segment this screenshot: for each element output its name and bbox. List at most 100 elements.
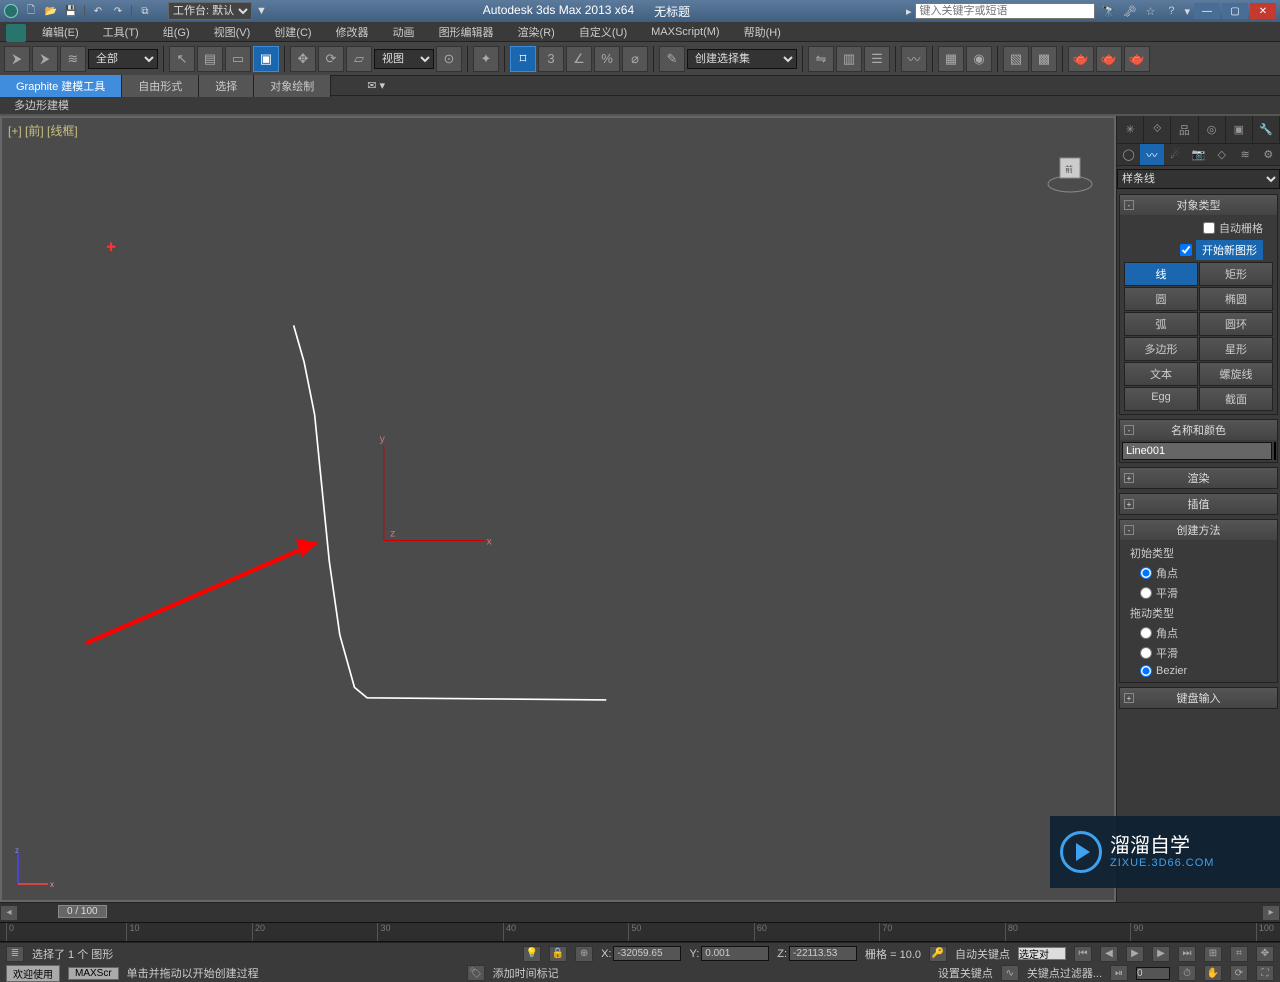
open-file-button[interactable]: 📂 (42, 3, 60, 19)
select-link-icon[interactable]: ⮞ (4, 46, 30, 72)
spacewarps-icon[interactable]: ≋ (1233, 144, 1256, 165)
object-name-input[interactable] (1122, 442, 1272, 460)
workspace-select[interactable]: 工作台: 默认 (168, 2, 252, 20)
menu-customize[interactable]: 自定义(U) (567, 22, 639, 42)
utilities-panel-icon[interactable]: 🔧 (1253, 116, 1280, 143)
hierarchy-panel-icon[interactable]: 品 (1171, 116, 1198, 143)
time-slider-handle[interactable]: 0 / 100 (58, 905, 107, 918)
menu-animation[interactable]: 动画 (381, 22, 427, 42)
obj-text-button[interactable]: 文本 (1124, 362, 1198, 386)
edit-named-sel-icon[interactable]: ✎ (659, 46, 685, 72)
rollout-toggle-icon[interactable]: - (1124, 200, 1134, 210)
time-config-icon[interactable]: ⏱ (1178, 965, 1196, 981)
ref-coord-select[interactable]: 视图 (374, 49, 434, 69)
absolute-transform-icon[interactable]: ⊕ (575, 946, 593, 962)
viewcube-icon[interactable]: 前 (1046, 148, 1094, 196)
current-frame-input[interactable] (1136, 967, 1170, 980)
render-teapot2-icon[interactable]: 🫖 (1096, 46, 1122, 72)
menu-edit[interactable]: 编辑(E) (30, 22, 91, 42)
isolate-icon[interactable]: 💡 (523, 946, 541, 962)
prev-frame-icon[interactable]: ◀ (1100, 946, 1118, 962)
drag-bezier-radio[interactable] (1140, 665, 1152, 677)
search-input[interactable] (915, 3, 1095, 19)
play-icon[interactable]: ▶ (1126, 946, 1144, 962)
initial-corner-radio[interactable] (1140, 567, 1152, 579)
move-icon[interactable]: ✥ (290, 46, 316, 72)
menu-help[interactable]: 帮助(H) (732, 22, 793, 42)
app-logo-icon[interactable] (6, 24, 26, 42)
auto-grid-checkbox[interactable] (1203, 222, 1215, 234)
display-panel-icon[interactable]: ▣ (1226, 116, 1253, 143)
create-panel-icon[interactable]: ✳ (1117, 116, 1144, 143)
menu-group[interactable]: 组(G) (151, 22, 202, 42)
obj-donut-button[interactable]: 圆环 (1199, 312, 1273, 336)
lock-selection-icon[interactable]: 🔒 (549, 946, 567, 962)
goto-end-icon[interactable]: ⏭ (1178, 946, 1196, 962)
rollout-toggle-icon[interactable]: + (1124, 499, 1134, 509)
binoculars-icon[interactable]: 🔭 (1099, 3, 1117, 19)
render-teapot3-icon[interactable]: 🫖 (1124, 46, 1150, 72)
render-teapot1-icon[interactable]: 🫖 (1068, 46, 1094, 72)
select-by-name-icon[interactable]: ▤ (197, 46, 223, 72)
layer-icon[interactable]: ☰ (864, 46, 890, 72)
align-icon[interactable]: ▥ (836, 46, 862, 72)
angle-snap-icon[interactable]: ∠ (566, 46, 592, 72)
select-object-icon[interactable]: ↖ (169, 46, 195, 72)
use-pivot-icon[interactable]: ⊙ (436, 46, 462, 72)
window-crossing-icon[interactable]: ▣ (253, 46, 279, 72)
start-new-checkbox[interactable] (1180, 244, 1192, 256)
obj-line-button[interactable]: 线 (1124, 262, 1198, 286)
obj-helix-button[interactable]: 螺旋线 (1199, 362, 1273, 386)
goto-start-icon[interactable]: ⏮ (1074, 946, 1092, 962)
key-icon[interactable]: 🗝 (1120, 3, 1138, 19)
systems-icon[interactable]: ⚙ (1257, 144, 1280, 165)
menu-create[interactable]: 创建(C) (262, 22, 323, 42)
nav-orbit-icon[interactable]: ⟳ (1230, 965, 1248, 981)
menu-maxscript[interactable]: MAXScript(M) (639, 24, 731, 40)
title-dropdown2-icon[interactable]: ▾ (1184, 5, 1190, 18)
window-maximize-button[interactable]: ▢ (1222, 3, 1248, 19)
tab-object-paint[interactable]: 对象绘制 (254, 75, 331, 97)
key-filters-icon[interactable]: ∿ (1001, 965, 1019, 981)
new-file-button[interactable]: 🗋 (22, 3, 40, 19)
star-icon[interactable]: ☆ (1141, 3, 1159, 19)
nav-icon3[interactable]: ✥ (1256, 946, 1274, 962)
select-manipulate-icon[interactable]: ✦ (473, 46, 499, 72)
shapes-icon[interactable]: 〰 (1140, 144, 1163, 165)
rollout-toggle-icon[interactable]: - (1124, 525, 1134, 535)
welcome-tag[interactable]: 欢迎使用 (6, 965, 60, 982)
key-filter-button[interactable]: 关键点过滤器... (1027, 965, 1102, 981)
obj-star-button[interactable]: 星形 (1199, 337, 1273, 361)
initial-smooth-radio[interactable] (1140, 587, 1152, 599)
maxscript-tag[interactable]: MAXScr (68, 967, 119, 980)
percent-snap-icon[interactable]: % (594, 46, 620, 72)
tab-freeform[interactable]: 自由形式 (122, 75, 199, 97)
add-time-tag-label[interactable]: 添加时间标记 (493, 965, 559, 981)
helpers-icon[interactable]: ◇ (1210, 144, 1233, 165)
cameras-icon[interactable]: 📷 (1187, 144, 1210, 165)
script-listener-icon[interactable]: ≣ (6, 946, 24, 962)
tab-graphite[interactable]: Graphite 建模工具 (0, 75, 122, 97)
polygon-modeling-panel[interactable]: 多边形建模 (6, 95, 77, 115)
curve-editor-icon[interactable]: 〰 (901, 46, 927, 72)
nav-maximize-icon[interactable]: ⛶ (1256, 965, 1274, 981)
rollout-toggle-icon[interactable]: - (1124, 425, 1134, 435)
time-slider[interactable]: ◂ 0 / 100 ▸ (0, 902, 1280, 922)
set-key-button[interactable]: 设置关键点 (938, 965, 993, 981)
x-coord-input[interactable] (613, 946, 681, 961)
menu-views[interactable]: 视图(V) (202, 22, 263, 42)
spinner-snap-icon[interactable]: ⌀ (622, 46, 648, 72)
autokey-button[interactable]: 自动关键点 (955, 946, 1010, 962)
selection-filter-select[interactable]: 全部 (88, 49, 158, 69)
viewport[interactable]: [+] [前] [线框] y x z 前 z x (0, 116, 1116, 902)
named-selection-set[interactable]: 创建选择集 (687, 49, 797, 69)
redo-button[interactable]: ↷ (109, 3, 127, 19)
save-file-button[interactable]: 💾 (62, 3, 80, 19)
obj-egg-button[interactable]: Egg (1124, 387, 1198, 411)
y-coord-input[interactable] (701, 946, 769, 961)
track-bar[interactable]: 0102030405060708090100 (0, 922, 1280, 942)
window-close-button[interactable]: ✕ (1250, 3, 1276, 19)
schematic-view-icon[interactable]: ▦ (938, 46, 964, 72)
obj-rectangle-button[interactable]: 矩形 (1199, 262, 1273, 286)
snap-3d-icon[interactable]: 3 (538, 46, 564, 72)
